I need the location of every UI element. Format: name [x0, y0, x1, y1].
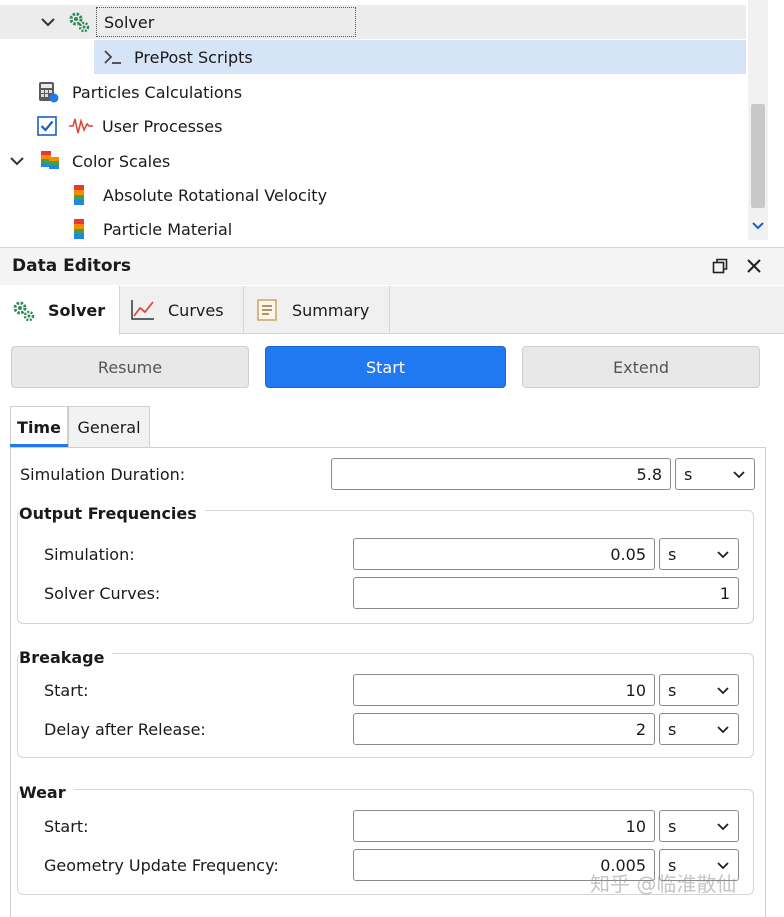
watermark: 知乎 @临淮散仙	[590, 872, 737, 896]
start-button[interactable]: Start	[265, 346, 506, 388]
tree-item-color-scales[interactable]: Color Scales	[0, 144, 768, 178]
tab-solver[interactable]: Solver	[0, 286, 120, 335]
tree-item-label: Particles Calculations	[72, 82, 243, 102]
resume-button[interactable]: Resume	[11, 346, 249, 388]
color-scale-icon	[74, 185, 84, 205]
scroll-down-icon[interactable]	[750, 218, 766, 234]
tree-item-label: Particle Material	[103, 219, 233, 239]
unit-value: s	[668, 719, 677, 739]
calculator-icon	[39, 82, 59, 103]
delay-after-release-field[interactable]: 2	[353, 713, 655, 745]
panel-title: Data Editors	[12, 256, 132, 276]
time-settings-panel: Simulation Duration: 5.8 s Output Freque…	[10, 447, 766, 917]
wear-start-label: Start:	[44, 817, 89, 836]
simulation-duration-unit-select[interactable]: s	[675, 458, 755, 490]
breakage-title: Breakage	[19, 648, 113, 667]
solver-curves-label: Solver Curves:	[44, 584, 161, 603]
wear-start-field[interactable]: 10	[353, 810, 655, 842]
tree-item-user-processes[interactable]: User Processes	[0, 109, 768, 143]
chevron-down-icon[interactable]	[7, 151, 27, 171]
chevron-down-icon	[717, 823, 729, 831]
waveform-icon	[69, 118, 93, 134]
simulation-duration-field[interactable]: 5.8	[331, 458, 671, 490]
unit-value: s	[668, 816, 677, 836]
tab-curves[interactable]: Curves	[120, 286, 244, 334]
simulation-frequency-field[interactable]: 0.05	[353, 538, 655, 570]
tree-item-prepost-scripts[interactable]: PrePost Scripts	[94, 40, 746, 74]
gears-icon	[69, 12, 90, 33]
tree-item-particle-material[interactable]: Particle Material	[0, 212, 768, 240]
script-prompt-icon	[104, 50, 121, 64]
document-icon	[257, 299, 277, 321]
chevron-down-icon	[733, 471, 745, 479]
tab-summary[interactable]: Summary	[244, 286, 390, 334]
unit-value: s	[668, 680, 677, 700]
gears-icon	[13, 301, 35, 321]
wear-title: Wear	[19, 783, 74, 802]
output-frequencies-title: Output Frequencies	[19, 504, 205, 523]
chevron-down-icon[interactable]	[38, 12, 58, 32]
checkbox-checked[interactable]	[37, 116, 57, 136]
tree-item-label: Solver	[104, 12, 155, 32]
geometry-update-frequency-label: Geometry Update Frequency:	[44, 856, 279, 875]
unit-value: s	[668, 544, 677, 564]
tree-item-label: PrePost Scripts	[134, 47, 253, 67]
simulation-duration-label: Simulation Duration:	[20, 465, 186, 484]
tree-item-label: User Processes	[102, 116, 223, 136]
tree-item-particles-calculations[interactable]: Particles Calculations	[0, 75, 768, 109]
tree-item-label: Color Scales	[72, 151, 171, 171]
tree-item-label: Absolute Rotational Velocity	[103, 185, 328, 205]
wear-start-unit-select[interactable]: s	[659, 810, 739, 842]
chart-icon	[131, 300, 154, 320]
close-icon[interactable]	[746, 258, 762, 274]
tree-scrollbar[interactable]	[748, 0, 768, 240]
tab-label: Summary	[292, 300, 370, 320]
project-tree: Solver PrePost Scripts Particles Calcula…	[0, 0, 768, 240]
tree-item-solver[interactable]: Solver	[0, 5, 746, 39]
delay-after-release-unit-select[interactable]: s	[659, 713, 739, 745]
simulation-frequency-unit-select[interactable]: s	[659, 538, 739, 570]
extend-button[interactable]: Extend	[522, 346, 760, 388]
tree-item-absolute-rotational-velocity[interactable]: Absolute Rotational Velocity	[0, 178, 768, 212]
subtab-general[interactable]: General	[68, 406, 150, 447]
float-window-icon[interactable]	[712, 258, 728, 274]
breakage-start-label: Start:	[44, 681, 89, 700]
chevron-down-icon	[717, 726, 729, 734]
color-scale-icon	[41, 151, 59, 169]
solver-curves-field[interactable]: 1	[353, 577, 739, 609]
breakage-start-field[interactable]: 10	[353, 674, 655, 706]
color-scale-icon	[74, 219, 84, 239]
subtab-time[interactable]: Time	[10, 406, 68, 447]
tab-label: Curves	[168, 300, 224, 320]
unit-value: s	[684, 464, 693, 484]
breakage-start-unit-select[interactable]: s	[659, 674, 739, 706]
editor-tabs: Solver Curves Summary	[0, 286, 784, 335]
data-editors-header: Data Editors	[0, 247, 784, 285]
delay-after-release-label: Delay after Release:	[44, 720, 206, 739]
scrollbar-thumb[interactable]	[751, 104, 765, 208]
tab-label: Solver	[48, 301, 106, 320]
chevron-down-icon	[717, 551, 729, 559]
simulation-frequency-label: Simulation:	[44, 545, 135, 564]
chevron-down-icon	[717, 687, 729, 695]
